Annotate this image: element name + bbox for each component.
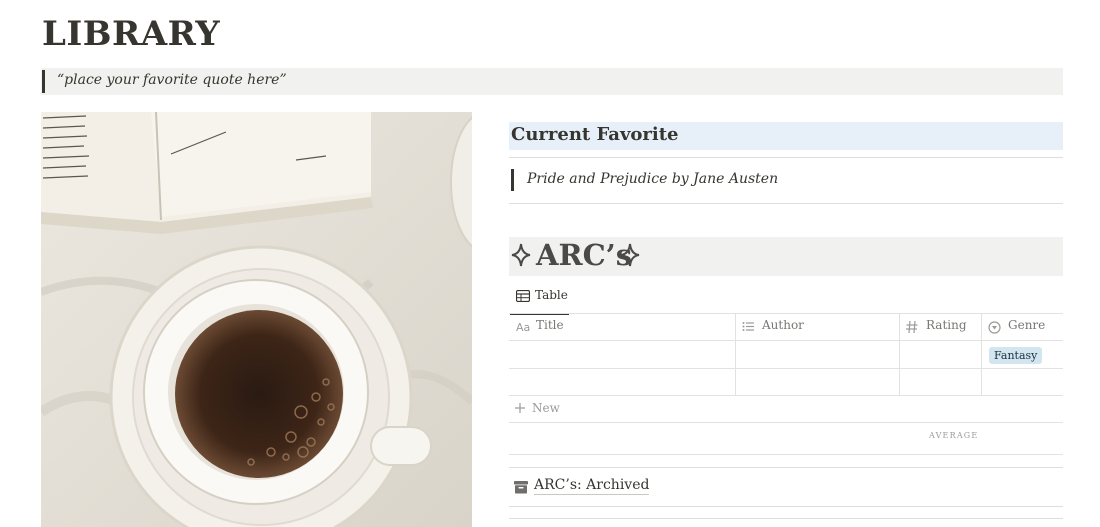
svg-text:Aa: Aa [516,321,530,332]
table-top-border [509,313,1063,314]
table-bottom-border [509,454,1063,455]
table-row-border [509,395,1063,396]
sparkle-icon [511,243,531,267]
tab-table-view[interactable]: Table [510,285,569,315]
arcs-heading-text: ARC’s [536,238,633,272]
current-favorite-book[interactable]: Pride and Prejudice by Jane Austen [527,171,778,187]
quote-bar [42,70,45,93]
column-divider [981,313,982,396]
column-header-label: Genre [1008,318,1046,332]
page-title[interactable]: LIBRARY [42,14,220,54]
number-property-icon [906,321,918,333]
column-header-label: Author [762,318,804,332]
table-header-border [509,340,1063,341]
arcs-heading[interactable]: ARC’s [509,237,1063,276]
divider [509,506,1063,507]
table-row-border [509,368,1063,369]
select-property-icon [988,321,1001,334]
divider [509,518,1063,519]
tab-label: Table [535,288,568,302]
sparkle-icon [620,243,640,267]
archived-link-label: ARC’s: Archived [534,477,650,495]
archive-icon [514,481,528,494]
coffee-book-photo [41,112,472,527]
text-property-icon: Aa [516,321,530,332]
calculate-average-label[interactable]: AVERAGE [929,431,978,440]
quote-bar [511,169,514,191]
column-header-label: Rating [926,318,967,332]
current-favorite-heading-text: Current Favorite [511,124,679,145]
divider [509,467,1063,468]
table-new-border [509,422,1063,423]
current-favorite-heading[interactable]: Current Favorite [509,122,1063,150]
divider [509,203,1063,204]
column-divider [899,313,900,396]
plus-icon [515,403,525,413]
genre-tag[interactable]: Fantasy [989,347,1043,364]
column-header-label: Title [536,318,564,332]
add-new-label: New [532,401,560,415]
list-property-icon [742,322,754,331]
table-icon [516,290,530,302]
divider [509,157,1063,158]
column-divider [735,313,736,396]
page-quote-block[interactable]: “place your favorite quote here” [41,68,1063,95]
quote-text[interactable]: “place your favorite quote here” [57,72,287,88]
